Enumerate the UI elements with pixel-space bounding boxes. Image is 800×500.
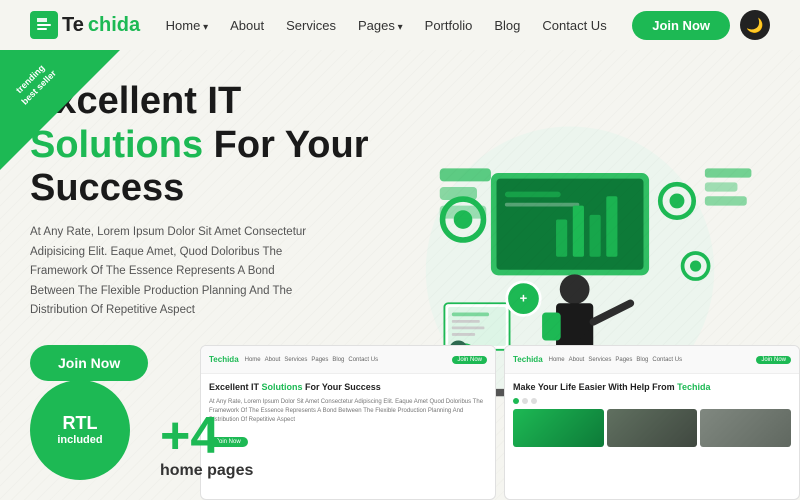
preview-card-2-logo: Techida <box>513 355 543 364</box>
dot-1 <box>513 398 519 404</box>
nav-portfolio[interactable]: Portfolio <box>425 18 473 33</box>
hero-description: At Any Rate, Lorem Ipsum Dolor Sit Amet … <box>30 223 320 321</box>
pc2-img-3 <box>700 409 791 447</box>
bottom-left-section: RTL included +4 home pages <box>30 380 253 500</box>
join-now-hero-button[interactable]: Join Now <box>30 345 148 381</box>
pc2-dots <box>513 398 791 404</box>
pc2-nav-blog: Blog <box>636 357 648 363</box>
nav-services[interactable]: Services <box>286 18 336 33</box>
rtl-badge: RTL included <box>30 380 130 480</box>
preview-card-1-header: Techida Home About Services Pages Blog C… <box>201 346 495 374</box>
nav-right: Join Now 🌙 <box>632 10 770 40</box>
join-now-button[interactable]: Join Now <box>632 11 730 40</box>
logo[interactable]: Techida <box>30 11 140 39</box>
preview-cards: Techida Home About Services Pages Blog C… <box>200 345 800 500</box>
pc1-nav-about: About <box>265 357 281 363</box>
home-pages-number: +4 <box>160 410 253 462</box>
preview-card-2-nav: Home About Services Pages Blog Contact U… <box>549 357 682 363</box>
pc1-nav-home: Home <box>245 357 261 363</box>
home-pages-counter: +4 home pages <box>160 410 253 480</box>
pc1-join-btn[interactable]: Join Now <box>452 356 487 364</box>
preview-card-2[interactable]: Techida Home About Services Pages Blog C… <box>504 345 800 500</box>
pc2-title-green: Techida <box>677 382 710 392</box>
rtl-included-text: included <box>57 434 102 446</box>
preview-card-1-nav: Home About Services Pages Blog Contact U… <box>245 357 378 363</box>
home-pages-label: home pages <box>160 462 253 480</box>
preview-card-1-logo: Techida <box>209 355 239 364</box>
logo-text: Te <box>62 14 84 37</box>
nav-contact[interactable]: Contact Us <box>542 18 606 33</box>
logo-text-suffix: chida <box>88 14 140 37</box>
pc1-nav-blog: Blog <box>332 357 344 363</box>
dark-mode-toggle[interactable]: 🌙 <box>740 10 770 40</box>
hero-title-forline: For Your <box>203 124 368 166</box>
pc1-nav-pages: Pages <box>311 357 328 363</box>
pc2-nav-contact: Contact Us <box>652 357 682 363</box>
dot-3 <box>531 398 537 404</box>
pc2-nav-about: About <box>569 357 585 363</box>
pc2-img-2 <box>607 409 698 447</box>
preview-card-2-body: Make Your Life Easier With Help From Tec… <box>505 374 799 455</box>
pc2-img-1 <box>513 409 604 447</box>
pc1-nav-contact: Contact Us <box>348 357 378 363</box>
navbar: Techida Home About Services Pages Portfo… <box>0 0 800 50</box>
pc1-nav-services: Services <box>284 357 307 363</box>
pc2-nav-home: Home <box>549 357 565 363</box>
dot-2 <box>522 398 528 404</box>
hero-section: trendingbest seller Excellent IT Solutio… <box>0 50 800 500</box>
logo-icon <box>30 11 58 39</box>
preview-card-2-header: Techida Home About Services Pages Blog C… <box>505 346 799 374</box>
nav-links: Home About Services Pages Portfolio Blog… <box>166 18 607 33</box>
nav-pages[interactable]: Pages <box>358 18 403 33</box>
trending-badge: trendingbest seller <box>0 50 120 170</box>
pc2-join-btn[interactable]: Join Now <box>756 356 791 364</box>
pc2-title: Make Your Life Easier With Help From Tec… <box>513 382 791 394</box>
rtl-text: RTL <box>63 414 98 434</box>
pc2-images <box>513 409 791 447</box>
nav-blog[interactable]: Blog <box>494 18 520 33</box>
nav-home[interactable]: Home <box>166 18 209 33</box>
nav-about[interactable]: About <box>230 18 264 33</box>
pc2-nav-services: Services <box>588 357 611 363</box>
pc2-nav-pages: Pages <box>615 357 632 363</box>
pc1-title-green: Solutions <box>262 382 303 392</box>
hero-title-success: Success <box>30 167 184 209</box>
